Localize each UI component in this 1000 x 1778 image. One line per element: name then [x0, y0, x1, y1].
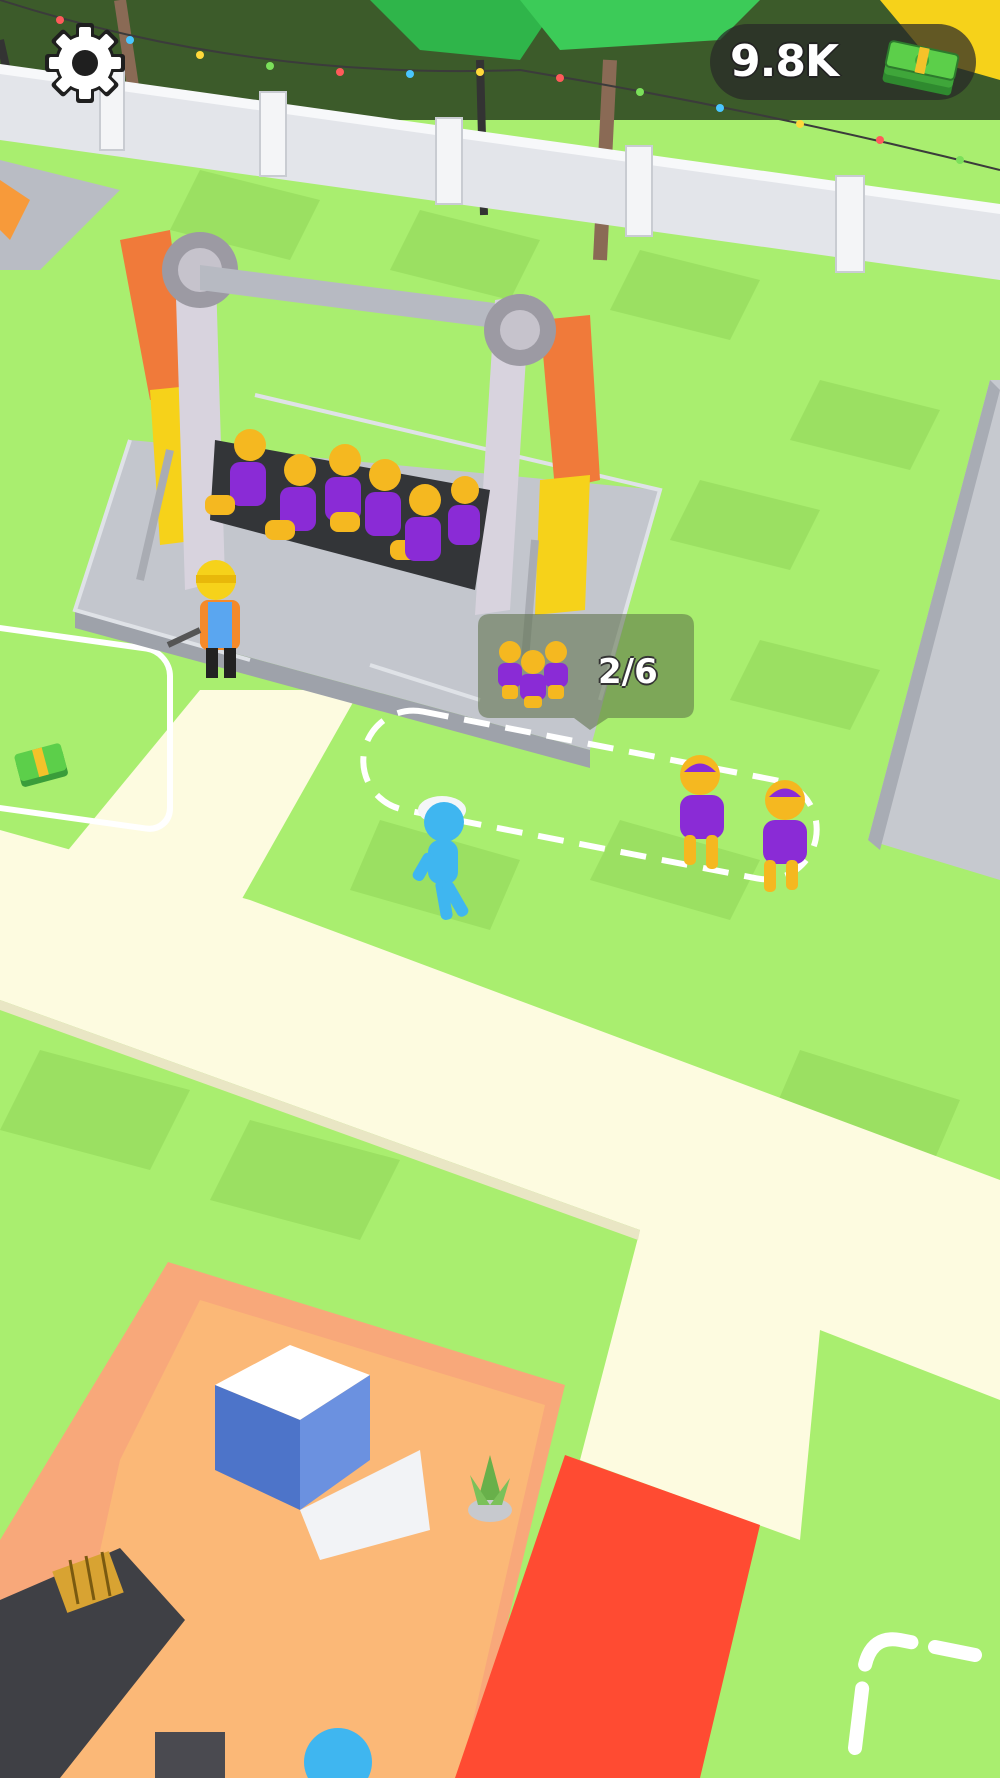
- gear-icon: [45, 23, 125, 103]
- ride-tower-right-pillar: [535, 475, 590, 615]
- queue-count: 2/6: [598, 652, 658, 692]
- money-counter: 9.8K: [710, 24, 976, 100]
- gray-block: [155, 1732, 225, 1778]
- cash-stack-icon: [882, 40, 960, 96]
- people-group-icon: [498, 641, 568, 708]
- settings-button[interactable]: [40, 18, 130, 108]
- park-scene: [0, 0, 1000, 1778]
- queue-capacity-bubble: 2/6: [478, 614, 694, 730]
- money-amount: 9.8K: [730, 36, 839, 87]
- ride-hub-right-inner: [500, 310, 540, 350]
